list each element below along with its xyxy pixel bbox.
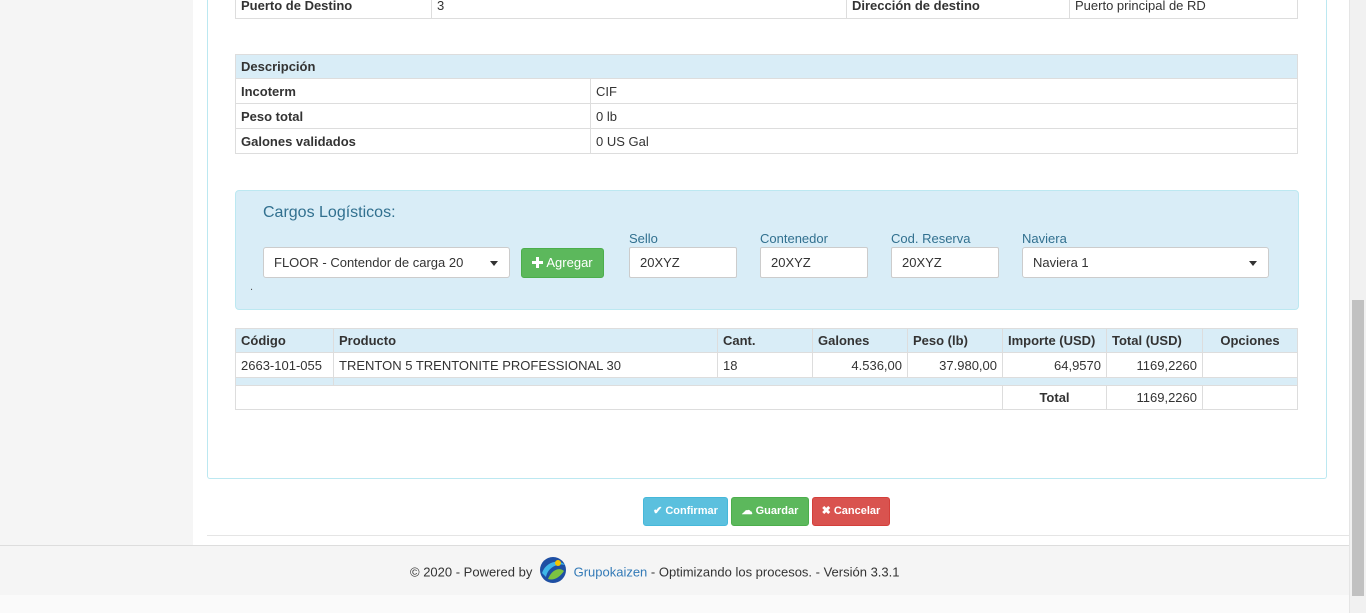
naviera-label: Naviera <box>1022 231 1067 246</box>
header-opciones: Opciones <box>1202 328 1298 353</box>
productos-header-row: Código Producto Cant. Galones Peso (lb) … <box>235 328 1298 353</box>
cargos-logisticos-panel: Cargos Logísticos: FLOOR - Contendor de … <box>235 190 1299 310</box>
destination-table: Puerto de Destino 3 Dirección de destino… <box>235 0 1298 19</box>
puerto-destino-label: Puerto de Destino <box>235 0 432 19</box>
plus-icon <box>532 257 544 268</box>
header-importe: Importe (USD) <box>1002 328 1107 353</box>
direccion-destino-value: Puerto principal de RD <box>1069 0 1298 19</box>
footer-suffix: - Optimizando los procesos. - Versión 3.… <box>650 564 900 580</box>
table-spacer-row <box>235 377 1298 386</box>
table-row: Puerto de Destino 3 Dirección de destino… <box>235 0 1298 19</box>
header-cant: Cant. <box>717 328 813 353</box>
chevron-down-icon <box>490 261 498 266</box>
cargos-logisticos-title: Cargos Logísticos: <box>263 204 396 221</box>
galones-validados-label: Galones validados <box>235 128 591 154</box>
header-codigo: Código <box>235 328 334 353</box>
descripcion-table: Descripción Incoterm CIF Peso total 0 lb… <box>235 54 1298 154</box>
total-opciones-cell <box>1202 385 1298 410</box>
cancelar-label: Cancelar <box>833 505 881 517</box>
productos-table: Código Producto Cant. Galones Peso (lb) … <box>235 328 1298 410</box>
divider <box>207 535 1349 536</box>
naviera-select[interactable]: Naviera 1 <box>1022 247 1269 278</box>
cell-peso: 37.980,00 <box>907 352 1003 378</box>
descripcion-header-row: Descripción <box>235 54 1298 79</box>
scrollbar-thumb[interactable] <box>1352 300 1364 596</box>
left-gutter <box>0 0 193 545</box>
total-row: Total 1169,2260 <box>235 385 1298 410</box>
naviera-select-value: Naviera 1 <box>1033 255 1089 270</box>
table-row: Incoterm CIF <box>235 78 1298 104</box>
incoterm-label: Incoterm <box>235 78 591 104</box>
header-galones: Galones <box>812 328 908 353</box>
table-row: Peso total 0 lb <box>235 103 1298 129</box>
cell-galones: 4.536,00 <box>812 352 908 378</box>
header-producto: Producto <box>333 328 718 353</box>
cell-codigo: 2663-101-055 <box>235 352 334 378</box>
footer-prefix: © 2020 - Powered by <box>410 564 533 580</box>
peso-total-value: 0 lb <box>590 103 1298 129</box>
chevron-down-icon <box>1249 261 1257 266</box>
header-peso: Peso (lb) <box>907 328 1003 353</box>
total-value: 1169,2260 <box>1106 385 1203 410</box>
confirmar-label: Confirmar <box>665 505 718 517</box>
peso-total-label: Peso total <box>235 103 591 129</box>
confirmar-button[interactable]: ✔ Confirmar <box>643 497 728 526</box>
spacer-cell <box>235 377 334 386</box>
table-row: Galones validados 0 US Gal <box>235 128 1298 154</box>
table-row: 2663-101-055 TRENTON 5 TRENTONITE PROFES… <box>235 352 1298 378</box>
cell-opciones <box>1202 352 1298 378</box>
agregar-button[interactable]: Agregar <box>521 248 604 278</box>
direccion-destino-label: Dirección de destino <box>846 0 1070 19</box>
footer-text: © 2020 - Powered by Grupokaizen - Optimi… <box>410 557 900 585</box>
spacer-cell <box>333 377 1298 386</box>
incoterm-value: CIF <box>590 78 1298 104</box>
close-icon: ✖ <box>821 505 831 517</box>
puerto-destino-value: 3 <box>431 0 847 19</box>
sello-label: Sello <box>629 231 658 246</box>
galones-validados-value: 0 US Gal <box>590 128 1298 154</box>
cloud-upload-icon: ☁ <box>741 505 753 517</box>
guardar-button[interactable]: ☁ Guardar <box>731 497 809 526</box>
cod-reserva-label: Cod. Reserva <box>891 231 971 246</box>
footer: © 2020 - Powered by Grupokaizen - Optimi… <box>0 545 1349 595</box>
total-empty-cell <box>235 385 1003 410</box>
contenedor-label: Contenedor <box>760 231 828 246</box>
cell-total: 1169,2260 <box>1106 352 1203 378</box>
cargo-select[interactable]: FLOOR - Contendor de carga 20 <box>263 247 510 278</box>
cell-producto: TRENTON 5 TRENTONITE PROFESSIONAL 30 <box>333 352 718 378</box>
header-total: Total (USD) <box>1106 328 1203 353</box>
contenedor-input[interactable]: 20XYZ <box>760 247 868 278</box>
vertical-scrollbar[interactable] <box>1349 0 1366 613</box>
brand-link[interactable]: Grupokaizen <box>574 564 648 579</box>
descripcion-header: Descripción <box>235 54 1298 79</box>
cell-cant: 18 <box>717 352 813 378</box>
grupokaizen-logo-icon <box>539 557 566 583</box>
sello-input[interactable]: 20XYZ <box>629 247 737 278</box>
cancelar-button[interactable]: ✖ Cancelar <box>812 497 890 526</box>
cod-reserva-input[interactable]: 20XYZ <box>891 247 999 278</box>
check-icon: ✔ <box>653 505 663 517</box>
cell-importe: 64,9570 <box>1002 352 1107 378</box>
guardar-label: Guardar <box>755 505 799 517</box>
total-label: Total <box>1002 385 1107 410</box>
bottom-strip <box>0 595 1349 613</box>
cargo-select-value: FLOOR - Contendor de carga 20 <box>274 255 464 270</box>
agregar-label: Agregar <box>546 255 593 270</box>
dot-marker: . <box>250 281 254 293</box>
